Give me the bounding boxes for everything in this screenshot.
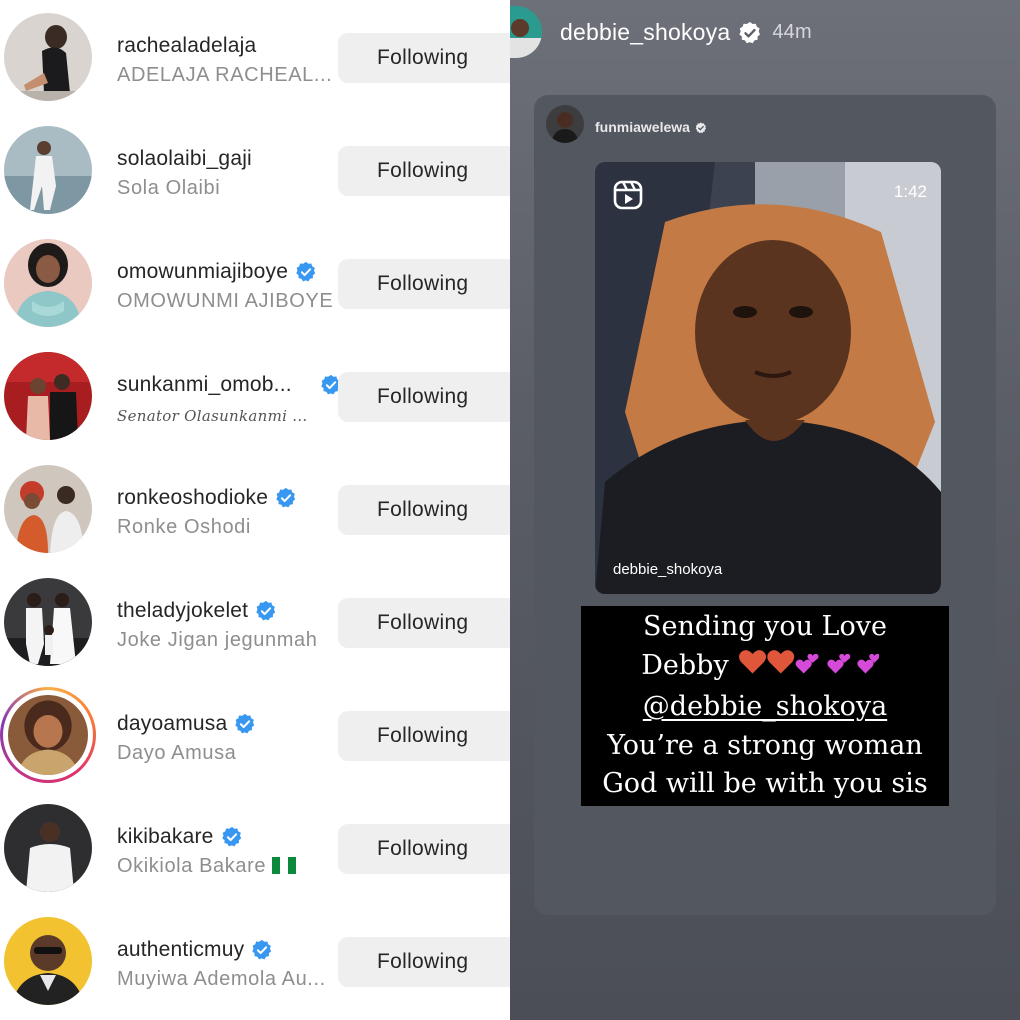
username[interactable]: rachealadelaja	[117, 34, 256, 58]
story-username[interactable]: debbie_shokoya	[560, 19, 730, 46]
caption-line: You’re a strong woman	[607, 729, 923, 761]
video-handle: debbie_shokoya	[613, 561, 723, 578]
story-avatar[interactable]	[510, 6, 542, 58]
following-button[interactable]: Following	[338, 372, 510, 422]
username-text[interactable]: authenticmuy	[117, 938, 244, 962]
avatar[interactable]	[4, 465, 92, 553]
username[interactable]: omowunmiajiboye	[117, 260, 317, 284]
caption-line: Sending you Love	[643, 611, 887, 642]
full-name: Ronke Oshodi	[117, 516, 251, 538]
story-caption: Sending you Love Debby @debbie_shokoya Y…	[581, 606, 949, 806]
verified-badge-icon	[221, 826, 243, 848]
following-row[interactable]: rachealadelaja ADELAJA RACHEAL... Follow…	[0, 0, 510, 113]
hearts-emoji-icon	[729, 647, 889, 689]
avatar[interactable]	[4, 13, 92, 101]
reels-icon	[613, 180, 643, 210]
video-duration: 1:42	[893, 182, 927, 201]
full-name: Okikiola Bakare	[117, 855, 297, 878]
avatar[interactable]	[4, 239, 92, 327]
avatar[interactable]	[4, 352, 92, 440]
full-name: ADELAJA RACHEAL...	[117, 64, 333, 86]
username-text[interactable]: omowunmiajiboye	[117, 260, 288, 284]
username[interactable]: sunkanmi_omob...	[117, 373, 342, 397]
following-button[interactable]: Following	[338, 485, 510, 535]
following-row[interactable]: sunkanmi_omob... Senator Olasunkanmi ...…	[0, 339, 510, 452]
avatar[interactable]	[4, 578, 92, 666]
username-text[interactable]: dayoamusa	[117, 712, 227, 736]
verified-badge-icon	[295, 261, 317, 283]
full-name: Joke Jigan jegunmah	[117, 629, 318, 651]
avatar[interactable]	[4, 804, 92, 892]
caption-line: Debby	[581, 647, 949, 689]
following-button[interactable]: Following	[338, 598, 510, 648]
shared-post-header: funmiawelewa	[595, 119, 707, 135]
avatar[interactable]	[4, 917, 92, 1005]
username[interactable]: ronkeoshodioke	[117, 486, 297, 510]
verified-badge-icon	[695, 121, 707, 134]
shared-post-username[interactable]: funmiawelewa	[595, 119, 690, 135]
username-text[interactable]: theladyjokelet	[117, 599, 248, 623]
full-name: Senator Olasunkanmi ...	[117, 407, 308, 425]
following-row[interactable]: ronkeoshodioke Ronke Oshodi Following	[0, 452, 510, 565]
username-text[interactable]: sunkanmi_omob...	[117, 373, 313, 397]
following-button[interactable]: Following	[338, 33, 510, 83]
following-row[interactable]: kikibakare Okikiola Bakare Following	[0, 791, 510, 904]
username[interactable]: authenticmuy	[117, 938, 273, 962]
avatar[interactable]	[8, 695, 88, 775]
following-button[interactable]: Following	[338, 937, 510, 987]
following-row[interactable]: authenticmuy Muyiwa Ademola Au... Follow…	[0, 904, 510, 1017]
full-name: Sola Olaibi	[117, 177, 221, 199]
following-row[interactable]: omowunmiajiboye OMOWUNMI AJIBOYE Followi…	[0, 226, 510, 339]
username[interactable]: dayoamusa	[117, 712, 256, 736]
verified-badge-icon	[255, 600, 277, 622]
following-button[interactable]: Following	[338, 259, 510, 309]
full-name: OMOWUNMI AJIBOYE	[117, 290, 334, 312]
following-button[interactable]: Following	[338, 146, 510, 196]
username-text[interactable]: rachealadelaja	[117, 34, 256, 58]
following-button[interactable]: Following	[338, 824, 510, 874]
verified-badge-icon	[251, 939, 273, 961]
full-name-text: Okikiola Bakare	[117, 855, 267, 877]
following-row[interactable]: dayoamusa Dayo Amusa Following	[0, 678, 510, 791]
username-text[interactable]: ronkeoshodioke	[117, 486, 268, 510]
following-row[interactable]: theladyjokelet Joke Jigan jegunmah Follo…	[0, 565, 510, 678]
nigeria-flag-icon	[272, 857, 297, 874]
username[interactable]: kikibakare	[117, 825, 243, 849]
caption-line: God will be with you sis	[602, 768, 928, 799]
story-header: debbie_shokoya 44m	[560, 19, 812, 46]
username[interactable]: solaolaibi_gaji	[117, 147, 252, 171]
story-time: 44m	[772, 21, 812, 43]
verified-badge-icon	[275, 487, 297, 509]
shared-post-card[interactable]: funmiawelewa 1:42 debbie_shokoya Sending…	[534, 95, 996, 915]
caption-text: Debby	[641, 649, 729, 681]
username-text[interactable]: solaolaibi_gaji	[117, 147, 252, 171]
following-button[interactable]: Following	[338, 711, 510, 761]
username[interactable]: theladyjokelet	[117, 599, 277, 623]
full-name: Dayo Amusa	[117, 742, 237, 764]
username-text[interactable]: kikibakare	[117, 825, 214, 849]
avatar[interactable]	[4, 126, 92, 214]
following-list: rachealadelaja ADELAJA RACHEAL... Follow…	[0, 0, 510, 1020]
verified-badge-icon	[738, 21, 762, 45]
following-row[interactable]: solaolaibi_gaji Sola Olaibi Following	[0, 113, 510, 226]
shared-post-avatar[interactable]	[546, 105, 584, 143]
verified-badge-icon	[234, 713, 256, 735]
reel-video-thumbnail[interactable]: 1:42 debbie_shokoya	[595, 162, 941, 594]
caption-mention-link[interactable]: @debbie_shokoya	[581, 688, 949, 727]
full-name: Muyiwa Ademola Au...	[117, 968, 326, 990]
story-viewer[interactable]: debbie_shokoya 44m funmiawelewa 1:42 deb…	[510, 0, 1020, 1020]
